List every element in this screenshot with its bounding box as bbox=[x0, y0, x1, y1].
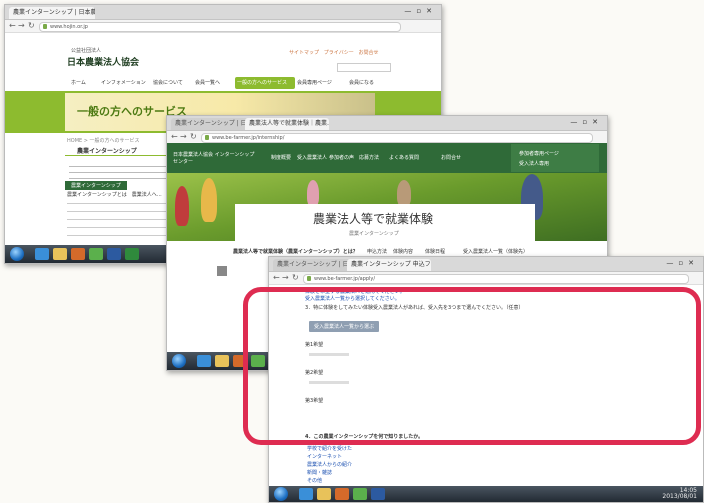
folder-icon[interactable] bbox=[317, 488, 331, 500]
option-item[interactable]: 新聞・雑誌 bbox=[307, 469, 332, 476]
side-link[interactable]: 参加者専用ページ bbox=[519, 150, 559, 157]
body-text-lines bbox=[67, 199, 171, 239]
tab-strip: 農業インターンシップ | 日本農業… —▫✕ bbox=[5, 5, 441, 20]
tab-strip: 農業インターンシップ | 日本… 農業法人等で就業体験｜農業… —▫✕ bbox=[167, 116, 607, 131]
top-link[interactable]: プライバシー bbox=[324, 50, 354, 56]
word-icon[interactable] bbox=[371, 488, 385, 500]
taskbar: 14:05 2013/08/01 bbox=[269, 486, 703, 502]
side-link[interactable]: 受入法人専用 bbox=[519, 160, 549, 167]
word-icon[interactable] bbox=[107, 248, 121, 260]
reload-icon[interactable]: ↻ bbox=[190, 132, 197, 142]
url-text: www.hojin.or.jp bbox=[50, 24, 88, 30]
lock-icon bbox=[43, 24, 47, 29]
url-field[interactable]: www.hojin.or.jp bbox=[39, 22, 401, 32]
url-text: www.be-farmer.jp/apply/ bbox=[314, 276, 376, 282]
nav-item[interactable]: 受入農業法人 bbox=[297, 154, 327, 161]
tab-strip: 農業インターンシップ | 日本… 農業インターンシップ 申込フ… —▫✕ bbox=[269, 257, 703, 272]
top-link[interactable]: お問合せ bbox=[358, 50, 378, 56]
tab-1[interactable]: 農業インターンシップ | 日本農業… bbox=[9, 7, 95, 19]
content-placeholder bbox=[217, 266, 227, 276]
nav-item[interactable]: 会員専用ページ bbox=[297, 77, 332, 89]
tab-1[interactable]: 農業インターンシップ | 日本… bbox=[273, 259, 351, 271]
body-line: 農業インターンシップとは 農業法人へ… bbox=[67, 192, 162, 198]
main-nav: ホーム インフォメーション 協会について 会員一覧へ 一般の方へのサービス 会員… bbox=[65, 77, 385, 89]
option-item[interactable]: インターネット bbox=[307, 453, 342, 460]
address-bar-row: ← → ↻ www.be-farmer.jp/apply/ bbox=[269, 272, 703, 285]
back-icon[interactable]: ← bbox=[9, 21, 16, 31]
window-controls[interactable]: —▫✕ bbox=[404, 7, 437, 15]
window-controls[interactable]: —▫✕ bbox=[666, 259, 699, 267]
top-link[interactable]: サイトマップ bbox=[289, 50, 319, 56]
option-item[interactable]: その他 bbox=[307, 477, 322, 484]
nav-item[interactable]: 会員一覧へ bbox=[195, 77, 220, 89]
nav-item[interactable]: 会員になる bbox=[349, 77, 374, 89]
section-heading: 農業インターンシップ bbox=[65, 145, 175, 156]
option-item[interactable]: 農業法人からの紹介 bbox=[307, 461, 352, 468]
side-panel: 参加者専用ページ 受入法人専用 bbox=[511, 144, 599, 172]
highlight-ring bbox=[243, 287, 701, 445]
nav-item[interactable]: お問合せ bbox=[441, 154, 461, 161]
org-subtitle: 公益社団法人 bbox=[71, 48, 102, 54]
url-text: www.be-farmer.jp/internship/ bbox=[212, 135, 285, 141]
site-logo[interactable]: 日本農業法人協会 インターンシップセンター bbox=[173, 152, 259, 166]
window-controls[interactable]: —▫✕ bbox=[570, 118, 603, 126]
tab-1[interactable]: 農業インターンシップ | 日本… bbox=[171, 118, 249, 130]
person-figure bbox=[397, 180, 411, 206]
media-icon[interactable] bbox=[335, 488, 349, 500]
option-item[interactable]: 学校で紹介を受けた bbox=[307, 445, 352, 452]
folder-icon[interactable] bbox=[53, 248, 67, 260]
ie-icon[interactable] bbox=[197, 355, 211, 367]
top-links: サイトマップ プライバシー お問合せ bbox=[289, 49, 379, 56]
excel-icon[interactable] bbox=[125, 248, 139, 260]
start-button[interactable] bbox=[10, 247, 24, 261]
system-clock[interactable]: 14:05 2013/08/01 bbox=[662, 488, 697, 500]
breadcrumb: HOME > 一般の方へのサービス bbox=[67, 138, 140, 144]
lock-icon bbox=[307, 276, 311, 281]
nav-item[interactable]: ホーム bbox=[71, 77, 86, 89]
reload-icon[interactable]: ↻ bbox=[292, 273, 299, 283]
chrome-icon[interactable] bbox=[89, 248, 103, 260]
nav-item[interactable]: 協会について bbox=[153, 77, 183, 89]
address-bar-row: ← → ↻ www.hojin.or.jp bbox=[5, 20, 441, 33]
org-name[interactable]: 日本農業法人協会 bbox=[67, 55, 139, 68]
nav-item[interactable]: よくある質問 bbox=[389, 154, 419, 161]
tab-2[interactable]: 農業インターンシップ 申込フ… bbox=[347, 259, 431, 271]
media-icon[interactable] bbox=[71, 248, 85, 260]
reload-icon[interactable]: ↻ bbox=[28, 21, 35, 31]
hero-title: 農業法人等で就業体験 bbox=[313, 212, 434, 226]
folder-icon[interactable] bbox=[215, 355, 229, 367]
heading-text: 農業インターンシップ bbox=[77, 148, 137, 155]
url-field[interactable]: www.be-farmer.jp/internship/ bbox=[201, 133, 593, 143]
person-figure bbox=[307, 180, 319, 206]
clock-date: 2013/08/01 bbox=[662, 493, 697, 500]
person-figure bbox=[175, 186, 189, 226]
start-button[interactable] bbox=[172, 354, 186, 368]
forward-icon[interactable]: → bbox=[180, 132, 187, 142]
hero-card: 農業法人等で就業体験 農業インターンシップ bbox=[235, 204, 535, 244]
section-lines bbox=[69, 163, 173, 181]
ie-icon[interactable] bbox=[35, 248, 49, 260]
chrome-icon[interactable] bbox=[353, 488, 367, 500]
ie-icon[interactable] bbox=[299, 488, 313, 500]
start-button[interactable] bbox=[274, 487, 288, 501]
nav-item[interactable]: 応募方法 bbox=[359, 154, 379, 161]
back-icon[interactable]: ← bbox=[171, 132, 178, 142]
forward-icon[interactable]: → bbox=[18, 21, 25, 31]
nav-item-active[interactable]: 一般の方へのサービス bbox=[235, 77, 295, 89]
search-box[interactable] bbox=[337, 63, 391, 72]
nav-item[interactable]: インフォメーション bbox=[101, 77, 146, 89]
tab-2[interactable]: 農業法人等で就業体験｜農業… bbox=[245, 118, 329, 130]
hero-subtitle: 農業インターンシップ bbox=[349, 231, 399, 237]
nav-item[interactable]: 参加者の声 bbox=[329, 154, 354, 161]
url-field[interactable]: www.be-farmer.jp/apply/ bbox=[303, 274, 689, 284]
person-figure bbox=[201, 178, 217, 222]
forward-icon[interactable]: → bbox=[282, 273, 289, 283]
lock-icon bbox=[205, 135, 209, 140]
back-icon[interactable]: ← bbox=[273, 273, 280, 283]
nav-item[interactable]: 制度概要 bbox=[271, 154, 291, 161]
internship-chip[interactable]: 農業インターンシップ bbox=[65, 181, 127, 190]
